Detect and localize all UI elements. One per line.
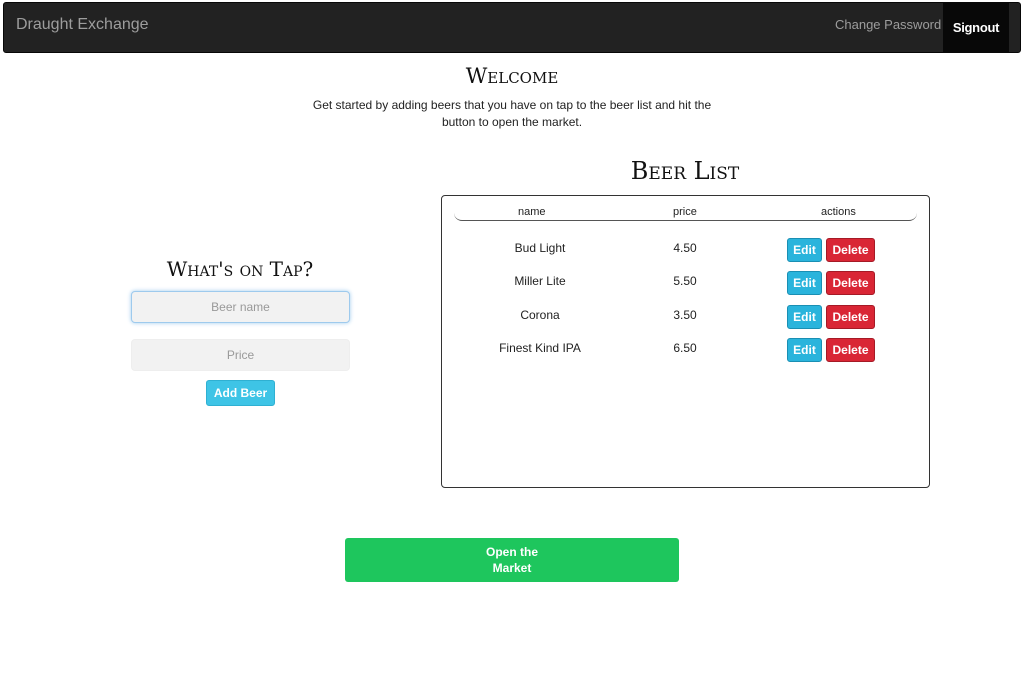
beer-price: 6.50 (673, 341, 697, 355)
delete-button[interactable]: Delete (826, 238, 875, 262)
price-input[interactable] (131, 339, 350, 371)
table-row: Corona 3.50 Edit Delete (442, 303, 929, 333)
column-header-price: price (673, 206, 697, 218)
beer-price: 5.50 (673, 274, 697, 288)
add-beer-button[interactable]: Add Beer (206, 380, 275, 406)
table-header: name price actions (454, 204, 917, 221)
edit-button[interactable]: Edit (787, 305, 822, 329)
signout-button[interactable]: Signout (943, 3, 1009, 52)
beer-name: Finest Kind IPA (499, 341, 581, 355)
edit-button[interactable]: Edit (787, 338, 822, 362)
change-password-link[interactable]: Change Password (835, 17, 941, 32)
welcome-heading: Welcome (465, 64, 559, 88)
table-row: Miller Lite 5.50 Edit Delete (442, 269, 929, 299)
beer-list-title: Beer List (630, 157, 740, 185)
edit-button[interactable]: Edit (787, 238, 822, 262)
delete-button[interactable]: Delete (826, 305, 875, 329)
delete-button[interactable]: Delete (826, 271, 875, 295)
beer-name-input[interactable] (131, 291, 350, 323)
open-market-label: Open the Market (485, 545, 538, 575)
navbar: Draught Exchange Change Password Signout (3, 2, 1021, 53)
delete-button[interactable]: Delete (826, 338, 875, 362)
welcome-text: Get started by adding beers that you hav… (312, 98, 712, 129)
table-row: Bud Light 4.50 Edit Delete (442, 236, 929, 266)
edit-button[interactable]: Edit (787, 271, 822, 295)
open-market-button[interactable]: Open the Market (345, 538, 679, 582)
column-header-actions: actions (821, 206, 856, 218)
beer-list-table: name price actions Bud Light 4.50 Edit D… (441, 195, 930, 488)
beer-price: 3.50 (673, 308, 697, 322)
brand-title[interactable]: Draught Exchange (16, 16, 149, 34)
beer-name: Bud Light (514, 241, 566, 255)
column-header-name: name (518, 206, 546, 218)
beer-price: 4.50 (673, 241, 697, 255)
tap-form-title: What's on Tap? (166, 257, 314, 281)
beer-name: Miller Lite (514, 274, 566, 288)
beer-name: Corona (520, 308, 560, 322)
table-row: Finest Kind IPA 6.50 Edit Delete (442, 336, 929, 366)
